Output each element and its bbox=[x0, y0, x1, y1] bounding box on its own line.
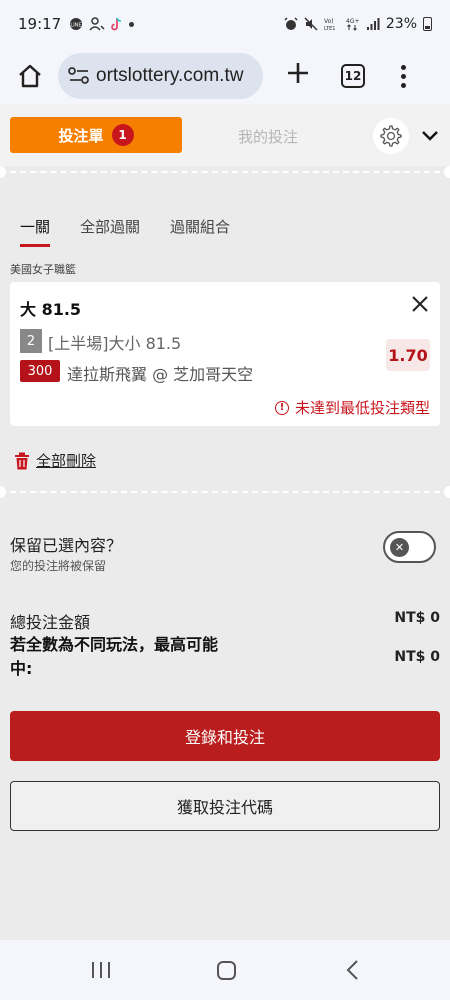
status-time: 19:17 bbox=[18, 15, 62, 33]
my-bets-tab[interactable]: 我的投注 bbox=[238, 126, 298, 147]
gear-icon bbox=[380, 125, 402, 147]
browser-home-button[interactable] bbox=[12, 58, 48, 94]
home-button[interactable] bbox=[217, 961, 236, 980]
status-bar: 19:17 LINE Vo) LTE1 4G+ 23% bbox=[0, 0, 450, 48]
betslip-tab-label: 投注單 bbox=[58, 126, 104, 145]
collapse-betslip-button[interactable] bbox=[420, 126, 440, 146]
bet-selection-card: 大 81.5 2 [上半場]大小 81.5 300 達拉斯飛翼 @ 芝加哥天空 … bbox=[10, 282, 440, 426]
odds-value: 1.70 bbox=[386, 339, 430, 371]
signal-icon bbox=[366, 18, 380, 30]
tab-count: 12 bbox=[344, 69, 362, 83]
notification-icons: LINE bbox=[69, 17, 135, 31]
max-win-label: 若全數為不同玩法，最高可能中: bbox=[10, 635, 219, 678]
alert-icon: ! bbox=[274, 400, 289, 415]
selection-title: 大 81.5 bbox=[20, 300, 82, 319]
market-description: [上半場]大小 81.5 bbox=[48, 334, 182, 353]
get-bet-code-button[interactable]: 獲取投注代碼 bbox=[10, 781, 440, 831]
address-bar[interactable]: ortslottery.com.tw bbox=[58, 53, 263, 99]
browser-toolbar: ortslottery.com.tw 12 bbox=[0, 48, 450, 104]
betslip-count-badge: 1 bbox=[111, 124, 134, 146]
tab-switcher-button[interactable]: 12 bbox=[341, 64, 365, 88]
divider-notch-right bbox=[444, 486, 450, 498]
tiktok-icon bbox=[111, 17, 122, 31]
plus-icon bbox=[288, 63, 308, 83]
volte-icon: Vo)LTE1 bbox=[324, 18, 336, 31]
max-win-value: NT$ 0 bbox=[394, 649, 440, 665]
divider bbox=[0, 171, 450, 173]
line-app-icon: LINE bbox=[70, 18, 83, 30]
min-bet-type-warning: ! 未達到最低投注類型 bbox=[274, 397, 430, 418]
betslip-tab[interactable]: 投注單 1 bbox=[10, 117, 182, 153]
home-icon bbox=[19, 64, 41, 88]
url-text: ortslottery.com.tw bbox=[96, 65, 244, 86]
divider-notch-right bbox=[444, 166, 450, 178]
svg-text:LINE: LINE bbox=[71, 23, 82, 29]
more-notifications-dot bbox=[129, 21, 135, 27]
remove-selection-button[interactable] bbox=[410, 294, 430, 314]
new-tab-button[interactable] bbox=[283, 61, 313, 91]
alarm-icon bbox=[284, 17, 298, 30]
delete-all-label: 全部刪除 bbox=[36, 452, 97, 470]
site-settings-icon[interactable] bbox=[68, 66, 90, 86]
divider bbox=[0, 491, 450, 493]
tab-all-parlay[interactable]: 全部過關 bbox=[80, 216, 140, 247]
divider-notch-left bbox=[0, 486, 6, 498]
trash-icon bbox=[15, 452, 29, 469]
delete-all-button[interactable]: 全部刪除 bbox=[14, 450, 96, 471]
settings-button[interactable] bbox=[373, 118, 409, 154]
toggle-off-icon: ✕ bbox=[390, 538, 409, 557]
mute-icon bbox=[304, 17, 318, 31]
fitness-app-icon bbox=[89, 17, 105, 31]
match-teams: 達拉斯飛翼 @ 芝加哥天空 bbox=[67, 365, 254, 384]
back-icon bbox=[346, 960, 358, 980]
svg-text:Vo): Vo) bbox=[324, 18, 334, 25]
back-button[interactable] bbox=[345, 959, 359, 985]
retain-selections-subtitle: 您的投注將被保留 bbox=[10, 559, 107, 573]
tab-single[interactable]: 一關 bbox=[20, 216, 51, 247]
login-and-bet-button[interactable]: 登錄和投注 bbox=[10, 711, 440, 761]
total-stake-value: NT$ 0 bbox=[394, 610, 440, 626]
divider-notch-left bbox=[0, 166, 6, 178]
betslip-panel: 投注單 1 我的投注 一關 全部過關 過關組合 美國女子職籃 大 81.5 2 … bbox=[0, 104, 450, 940]
svg-text:4G+: 4G+ bbox=[346, 18, 360, 25]
close-icon bbox=[412, 296, 428, 312]
total-stake-label: 總投注金額 bbox=[10, 613, 91, 632]
retain-selections-toggle[interactable]: ✕ bbox=[383, 531, 436, 563]
warning-text: 未達到最低投注類型 bbox=[294, 399, 430, 417]
system-icons: Vo) LTE1 4G+ 23% bbox=[284, 16, 432, 32]
market-number-badge: 2 bbox=[20, 329, 42, 353]
betslip-header: 投注單 1 我的投注 bbox=[0, 104, 450, 166]
league-label: 美國女子職籃 bbox=[10, 263, 76, 276]
tab-parlay-combo[interactable]: 過關組合 bbox=[170, 216, 230, 247]
network-4g-icon: 4G+ bbox=[346, 18, 360, 31]
battery-percent: 23% bbox=[385, 16, 417, 32]
match-code-badge: 300 bbox=[20, 360, 60, 382]
retain-selections-title: 保留已選內容？ bbox=[10, 536, 123, 555]
battery-icon bbox=[423, 17, 432, 31]
chevron-down-icon bbox=[422, 131, 438, 141]
recent-apps-button[interactable] bbox=[92, 962, 110, 978]
bet-type-tabs: 一關 全部過關 過關組合 bbox=[20, 216, 230, 247]
browser-menu-button[interactable] bbox=[401, 64, 406, 88]
system-navigation-bar bbox=[0, 940, 450, 1000]
svg-text:LTE1: LTE1 bbox=[324, 26, 336, 31]
